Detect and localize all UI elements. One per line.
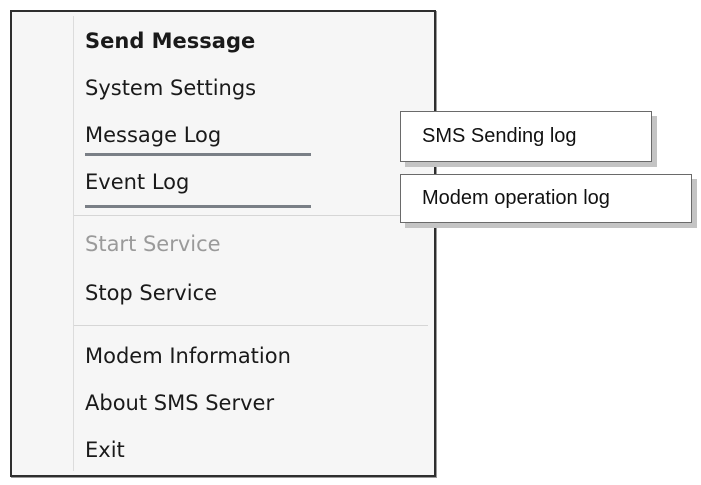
menu-item-modem-information[interactable]: Modem Information [85,339,291,373]
callout-event-log: Modem operation log [400,174,692,223]
event-log-highlight-line [85,205,311,208]
menu-item-about-sms-server[interactable]: About SMS Server [85,386,274,420]
menu-item-stop-service[interactable]: Stop Service [85,276,217,310]
menu-item-event-log[interactable]: Event Log [85,165,189,199]
screenshot-canvas: Send Message System Settings Message Log… [0,0,701,485]
menu-icon-gutter [73,16,74,471]
menu-item-send-message[interactable]: Send Message [85,24,255,58]
menu-separator [74,325,428,326]
message-log-highlight-line [85,153,311,156]
menu-item-exit[interactable]: Exit [85,433,125,467]
menu-separator [74,215,428,216]
callout-message-log: SMS Sending log [400,111,652,162]
menu-item-system-settings[interactable]: System Settings [85,71,256,105]
menu-item-message-log[interactable]: Message Log [85,118,221,152]
context-menu: Send Message System Settings Message Log… [10,10,436,477]
menu-item-start-service: Start Service [85,232,221,256]
